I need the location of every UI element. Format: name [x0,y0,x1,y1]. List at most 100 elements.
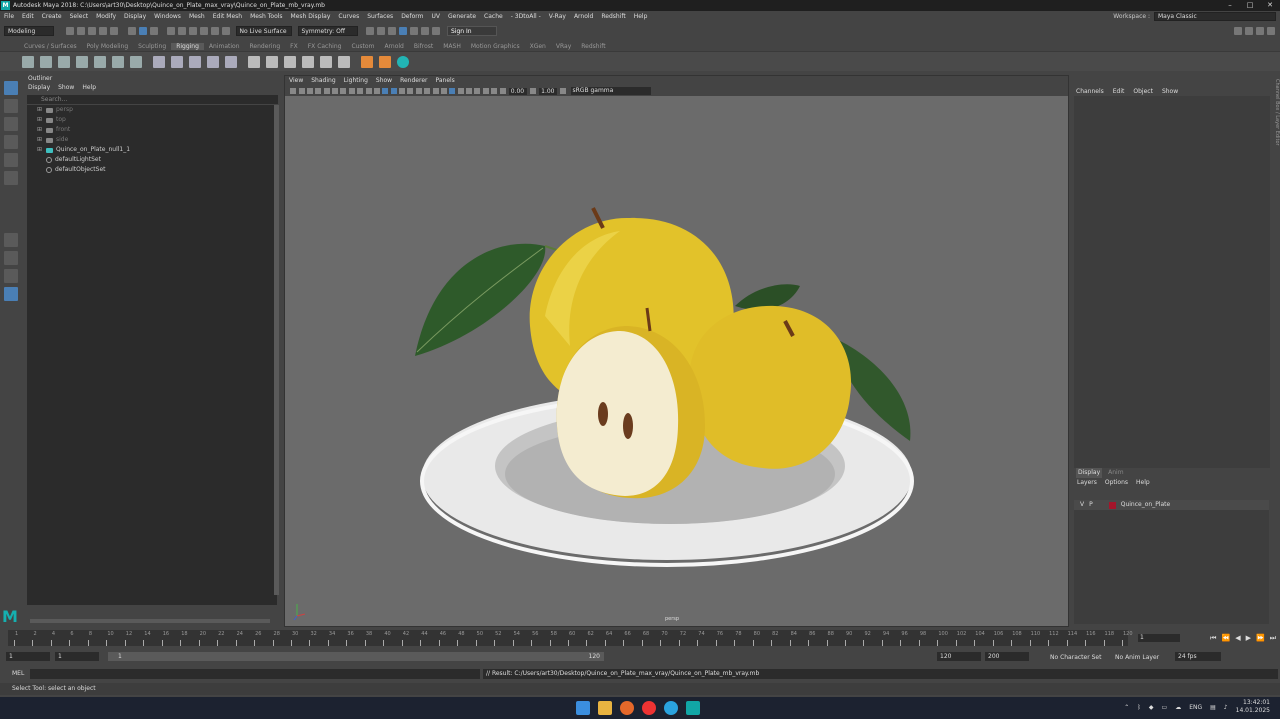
use-all-lights-icon[interactable] [415,88,422,94]
parent-constraint-icon[interactable] [320,55,332,68]
animation-end-field[interactable]: 200 [985,652,1029,661]
tree-node-front[interactable]: ⊞ front [27,125,277,135]
screen-space-ao-icon[interactable] [432,88,439,94]
motion-blur-icon[interactable] [440,88,447,94]
step-back-key-icon[interactable]: ⏪ [1221,634,1230,643]
shelf-tab-arnold[interactable]: Arnold [379,43,408,50]
menu-help[interactable]: Help [630,13,652,20]
viewport-panel[interactable]: View Shading Lighting Show Renderer Pane… [284,75,1069,627]
shelf-tab-mash[interactable]: MASH [438,43,466,50]
tree-node-default-light-set[interactable]: defaultLightSet [27,155,277,165]
expand-icon[interactable]: ⊞ [37,145,43,155]
menu-vray[interactable]: V-Ray [545,13,570,20]
render-current-frame-icon[interactable] [365,27,374,35]
outliner-search-input[interactable]: Search... [27,95,278,104]
backface-culling-icon[interactable] [491,88,498,94]
file-explorer-icon[interactable] [598,701,612,715]
pole-vector-icon[interactable] [338,55,350,68]
menu-3dtoall[interactable]: - 3DtoAll - [507,13,545,20]
menu-create[interactable]: Create [38,13,66,20]
expand-icon[interactable]: ⊞ [37,105,43,115]
shelf-tab-rendering[interactable]: Rendering [245,43,286,50]
make-live-icon[interactable] [222,27,230,35]
menu-curves[interactable]: Curves [334,13,363,20]
expand-icon[interactable]: ⊞ [37,135,43,145]
aim-constraint-icon[interactable] [284,55,296,68]
channels-menu-channels[interactable]: Channels [1076,88,1104,95]
menu-deform[interactable]: Deform [397,13,427,20]
menu-arnold[interactable]: Arnold [570,13,597,20]
clock[interactable]: 13:42:01 14.01.2025 [1236,699,1270,715]
outliner-vertical-scrollbar[interactable] [274,105,279,595]
render-settings-icon[interactable] [387,27,396,35]
layers-menu-layers[interactable]: Layers [1077,478,1097,488]
layer-color-swatch[interactable] [1108,501,1116,509]
range-bar[interactable]: 1 120 [108,652,604,661]
lattice-icon[interactable] [207,55,219,68]
quick-rig-icon[interactable] [361,55,373,68]
menu-uv[interactable]: UV [428,13,445,20]
anti-aliasing-icon[interactable] [449,88,456,94]
mirror-joint-icon[interactable] [58,55,70,68]
tree-node-quince-group[interactable]: ⊞ Quince_on_Plate_null1_1 [27,145,277,155]
shelf-tab-redshift[interactable]: Redshift [576,43,610,50]
layers-menu-options[interactable]: Options [1105,478,1128,488]
command-input[interactable] [30,669,480,679]
menu-select[interactable]: Select [66,13,93,20]
symmetry-dropdown[interactable]: Symmetry: Off [297,26,358,36]
snap-curve-icon[interactable] [178,27,186,35]
depth-of-field-icon[interactable] [457,88,464,94]
time-ruler[interactable]: 1 2 4 6 8 10 12 14 16 18 20 22 24 26 28 30 32 34 36 38 40 42 4… [8,630,1133,646]
menuset-dropdown[interactable]: Modeling [4,26,54,36]
xray-icon[interactable] [474,88,481,94]
shelf-tab-fx-caching[interactable]: FX Caching [303,43,347,50]
point-constraint-icon[interactable] [266,55,278,68]
color-space-dropdown[interactable]: sRGB gamma [570,87,651,95]
image-plane-icon[interactable] [306,88,313,94]
telegram-icon[interactable] [664,701,678,715]
isolate-select-icon[interactable] [466,88,473,94]
volume-icon[interactable]: ♪ [1224,704,1228,711]
shelf-tab-curves-surfaces[interactable]: Curves / Surfaces [19,43,82,50]
resolution-gate-icon[interactable] [348,88,355,94]
shelf-tab-custom[interactable]: Custom [346,43,379,50]
workspace-dropdown[interactable]: Maya Classic [1154,12,1276,21]
layers-menu-help[interactable]: Help [1136,478,1150,488]
film-gate-icon[interactable] [340,88,347,94]
tray-app-icon[interactable]: ◆ [1149,704,1154,711]
ipr-render-icon[interactable] [376,27,385,35]
gamma-icon[interactable] [529,88,536,94]
shelf-tab-bifrost[interactable]: Bifrost [409,43,438,50]
shelf-tab-sculpting[interactable]: Sculpting [133,43,171,50]
viewport-menu-shading[interactable]: Shading [311,76,335,86]
step-forward-key-icon[interactable]: ⏩ [1256,634,1265,643]
expand-icon[interactable]: ⊞ [37,115,43,125]
orient-constraint-icon[interactable] [302,55,314,68]
paint-select-tool-icon[interactable] [4,117,18,131]
tree-node-top[interactable]: ⊞ top [27,115,277,125]
menu-edit-mesh[interactable]: Edit Mesh [209,13,246,20]
sign-in-button[interactable]: Sign In [447,26,497,36]
animation-start-field[interactable]: 1 [6,652,50,661]
outliner-menu-show[interactable]: Show [58,83,74,93]
xray-joints-icon[interactable] [482,88,489,94]
anim-layer-dropdown[interactable]: No Anim Layer [1115,654,1159,661]
interactive-bind-icon[interactable] [171,55,183,68]
windows-start-icon[interactable] [576,701,590,715]
wireframe-icon[interactable] [382,88,389,94]
move-tool-icon[interactable] [4,135,18,149]
current-frame-field[interactable]: 1 [1138,634,1180,642]
mel-label[interactable]: MEL [12,670,24,677]
go-to-start-icon[interactable]: ⏮ [1210,634,1216,643]
open-scene-icon[interactable] [77,27,85,35]
menu-redshift[interactable]: Redshift [597,13,629,20]
tray-app-icon[interactable]: ☁ [1175,704,1181,711]
new-scene-icon[interactable] [66,27,74,35]
language-indicator[interactable]: ENG [1189,704,1202,711]
smooth-shade-icon[interactable] [390,88,397,94]
menu-windows[interactable]: Windows [150,13,185,20]
viewport-menu-panels[interactable]: Panels [435,76,454,86]
yandex-browser-icon[interactable] [642,701,656,715]
shelf-tab-rigging[interactable]: Rigging [171,42,204,50]
undo-icon[interactable] [99,27,107,35]
